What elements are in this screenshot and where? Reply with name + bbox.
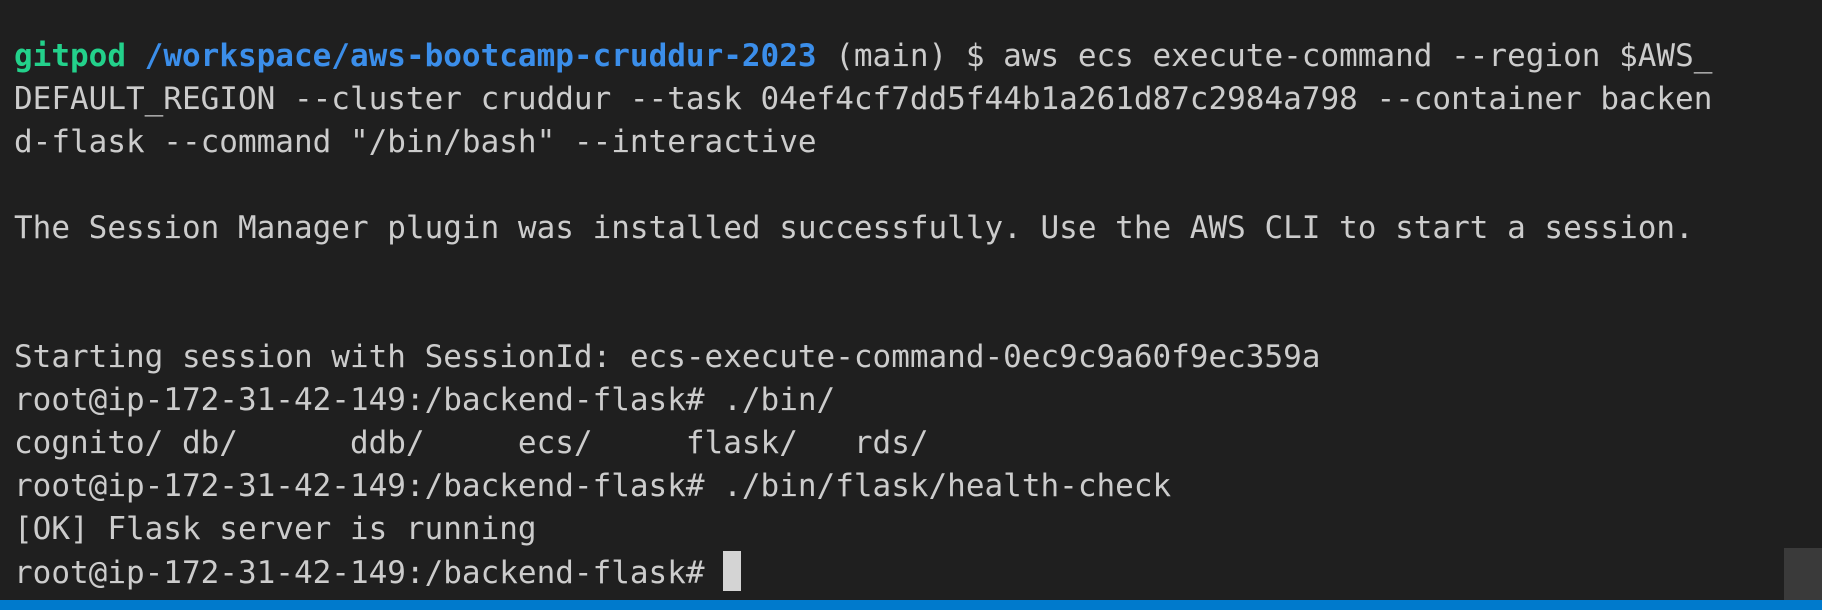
text-cursor — [723, 551, 742, 591]
prompt-path: /workspace/aws-bootcamp-cruddur-2023 — [144, 38, 817, 74]
scrollbar-thumb[interactable] — [1784, 548, 1822, 600]
terminal-window[interactable]: gitpod /workspace/aws-bootcamp-cruddur-2… — [0, 0, 1822, 610]
terminal-line: d-flask --command "/bin/bash" --interact… — [14, 124, 817, 160]
terminal-line-command: gitpod /workspace/aws-bootcamp-cruddur-2… — [14, 35, 1782, 78]
terminal-line-current-prompt[interactable]: root@ip-172-31-42-149:/backend-flask# — [14, 551, 1782, 594]
terminal-line: cognito/ db/ ddb/ ecs/ flask/ rds/ — [14, 425, 929, 461]
command-text: (main) $ aws ecs execute-command --regio… — [816, 38, 1713, 74]
terminal-line: root@ip-172-31-42-149:/backend-flask# ./… — [14, 468, 1172, 504]
terminal-output: gitpod /workspace/aws-bootcamp-cruddur-2… — [14, 35, 1782, 594]
terminal-line: Starting session with SessionId: ecs-exe… — [14, 339, 1321, 375]
terminal-line: [OK] Flask server is running — [14, 511, 537, 547]
status-bar — [0, 600, 1822, 610]
terminal-line: The Session Manager plugin was installed… — [14, 210, 1694, 246]
current-prompt: root@ip-172-31-42-149:/backend-flask# — [14, 555, 724, 591]
terminal-line: DEFAULT_REGION --cluster cruddur --task … — [14, 81, 1713, 117]
terminal-line: root@ip-172-31-42-149:/backend-flask# ./… — [14, 382, 836, 418]
prompt-user: gitpod — [14, 38, 126, 74]
